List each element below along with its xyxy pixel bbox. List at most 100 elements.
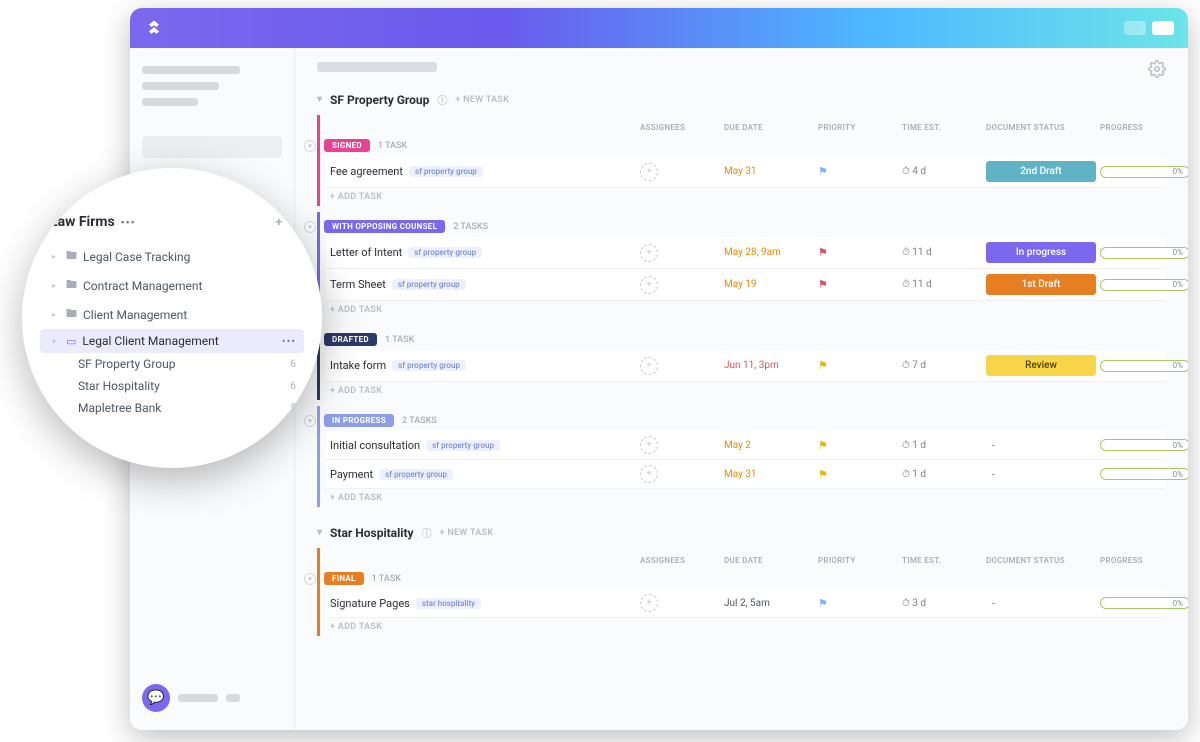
task-due-date[interactable]: Jun 11, 3pm	[724, 360, 814, 371]
task-time-estimate[interactable]: ⏱ 1 d	[902, 469, 982, 480]
add-task-button[interactable]: + ADD TASK	[326, 301, 1166, 319]
status-pill[interactable]: IN PROGRESS	[324, 414, 394, 427]
task-row[interactable]: Intake formsf property group + Jun 11, 3…	[326, 350, 1166, 382]
task-due-date[interactable]: May 31	[724, 166, 814, 177]
status-collapse-icon[interactable]: ▾	[304, 140, 316, 152]
status-pill[interactable]: SIGNED	[324, 139, 370, 152]
status-collapse-icon[interactable]: ▾	[304, 573, 316, 585]
assignee-add-icon[interactable]: +	[640, 436, 658, 454]
sidebar-sub-item[interactable]: Star Hospitality6	[40, 375, 304, 397]
doc-status-badge[interactable]: 2nd Draft	[986, 161, 1096, 182]
priority-flag-icon[interactable]: ⚑	[818, 246, 898, 259]
window-maximize-button[interactable]	[1152, 21, 1174, 35]
progress-bar[interactable]: 0%	[1100, 279, 1188, 291]
add-task-button[interactable]: + ADD TASK	[326, 188, 1166, 206]
task-time-estimate[interactable]: ⏱ 11 d	[902, 279, 982, 290]
task-row[interactable]: Fee agreementsf property group + May 31 …	[326, 156, 1166, 188]
task-tag[interactable]: sf property group	[409, 166, 483, 177]
task-tag[interactable]: sf property group	[426, 440, 500, 451]
assignee-add-icon[interactable]: +	[640, 276, 658, 294]
app-logo-icon	[144, 18, 164, 38]
doc-status-badge[interactable]: Review	[986, 355, 1096, 376]
priority-flag-icon[interactable]: ⚑	[818, 468, 898, 481]
col-assignees: ASSIGNEES	[640, 556, 720, 565]
progress-bar[interactable]: 0%	[1100, 247, 1188, 259]
task-time-estimate[interactable]: ⏱ 7 d	[902, 360, 982, 371]
task-tag[interactable]: sf property group	[392, 279, 466, 290]
sidebar-item[interactable]: ▸🖿Contract Management	[40, 271, 304, 300]
status-pill[interactable]: FINAL	[324, 572, 364, 585]
sub-item-label: SF Property Group	[78, 357, 175, 371]
sidebar-item[interactable]: ▸🖿Client Management	[40, 300, 304, 329]
task-row[interactable]: Initial consultationsf property group + …	[326, 431, 1166, 460]
progress-bar[interactable]: 0%	[1100, 439, 1188, 451]
status-section: ASSIGNEESDUE DATEPRIORITYTIME EST.DOCUME…	[317, 115, 1166, 206]
doc-status-badge[interactable]: 1st Draft	[986, 274, 1096, 295]
task-time-estimate[interactable]: ⏱ 11 d	[902, 247, 982, 258]
assignee-add-icon[interactable]: +	[640, 594, 658, 612]
col-priority: PRIORITY	[818, 123, 898, 132]
progress-bar[interactable]: 0%	[1100, 166, 1188, 178]
task-tag[interactable]: sf property group	[379, 469, 453, 480]
status-collapse-icon[interactable]: ▾	[304, 221, 316, 233]
priority-flag-icon[interactable]: ⚑	[818, 278, 898, 291]
status-collapse-icon[interactable]: ▾	[304, 415, 316, 427]
priority-flag-icon[interactable]: ⚑	[818, 165, 898, 178]
add-list-icon[interactable]: +	[275, 215, 282, 230]
status-pill[interactable]: WITH OPPOSING COUNSEL	[324, 220, 445, 233]
assignee-add-icon[interactable]: +	[640, 244, 658, 262]
status-section: ▾WITH OPPOSING COUNSEL2 TASKSLetter of I…	[317, 212, 1166, 319]
progress-bar[interactable]: 0%	[1100, 468, 1188, 480]
settings-icon[interactable]	[1148, 60, 1166, 82]
assignee-add-icon[interactable]: +	[640, 163, 658, 181]
task-due-date[interactable]: May 28, 9am	[724, 247, 814, 258]
task-tag[interactable]: sf property group	[392, 360, 466, 371]
task-tag[interactable]: sf property group	[408, 247, 482, 258]
task-row[interactable]: Payment sf property group + May 31 ⚑ ⏱ 1 …	[326, 460, 1166, 489]
task-row[interactable]: Signature Pagesstar hospitality + Jul 2,…	[326, 589, 1166, 618]
space-more-icon[interactable]: •••	[121, 216, 136, 229]
task-title: Payment	[330, 468, 373, 481]
info-icon[interactable]: ⓘ	[437, 92, 447, 107]
col-due-date: DUE DATE	[724, 556, 814, 565]
chevron-right-icon: ▸	[52, 281, 60, 290]
new-task-button[interactable]: + NEW TASK	[440, 528, 494, 538]
priority-flag-icon[interactable]: ⚑	[818, 359, 898, 372]
window-minimize-button[interactable]	[1124, 21, 1146, 35]
sidebar-item[interactable]: ▾▭Legal Client Management•••	[40, 329, 304, 353]
new-task-button[interactable]: + NEW TASK	[455, 95, 509, 105]
sidebar-item[interactable]: ▸🖿Legal Case Tracking	[40, 242, 304, 271]
task-time-estimate[interactable]: ⏱ 4 d	[902, 166, 982, 177]
group-collapse-icon[interactable]: ▾	[317, 94, 322, 105]
task-time-estimate[interactable]: ⏱ 3 d	[902, 598, 982, 609]
add-task-button[interactable]: + ADD TASK	[326, 489, 1166, 507]
task-row[interactable]: Letter of Intentsf property group + May …	[326, 237, 1166, 269]
doc-status-badge[interactable]: In progress	[986, 242, 1096, 263]
group-collapse-icon[interactable]: ▾	[317, 527, 322, 538]
add-task-button[interactable]: + ADD TASK	[326, 382, 1166, 400]
chat-fab-icon[interactable]: 💬	[142, 684, 170, 712]
task-due-date[interactable]: May 19	[724, 279, 814, 290]
sidebar-sub-item[interactable]: Mapletree Bank5	[40, 397, 304, 419]
content: ▾SF Property Groupⓘ+ NEW TASKASSIGNEESDU…	[295, 48, 1188, 730]
task-due-date[interactable]: Jul 2, 5am	[724, 598, 814, 609]
priority-flag-icon[interactable]: ⚑	[818, 439, 898, 452]
sidebar-search-placeholder[interactable]	[142, 136, 282, 158]
task-due-date[interactable]: May 31	[724, 469, 814, 480]
sidebar-sub-item[interactable]: SF Property Group6	[40, 353, 304, 375]
task-row[interactable]: Term Sheetsf property group + May 19 ⚑ ⏱…	[326, 269, 1166, 301]
assignee-add-icon[interactable]: +	[640, 465, 658, 483]
progress-bar[interactable]: 0%	[1100, 597, 1188, 609]
task-time-estimate[interactable]: ⏱ 1 d	[902, 440, 982, 451]
task-due-date[interactable]: May 2	[724, 440, 814, 451]
priority-flag-icon[interactable]: ⚑	[818, 597, 898, 610]
col-priority: PRIORITY	[818, 556, 898, 565]
progress-bar[interactable]: 0%	[1100, 360, 1188, 372]
info-icon[interactable]: ⓘ	[422, 525, 432, 540]
status-pill[interactable]: DRAFTED	[324, 333, 377, 346]
group-title: SF Property Group	[330, 93, 429, 107]
task-tag[interactable]: star hospitality	[416, 598, 481, 609]
add-task-button[interactable]: + ADD TASK	[326, 618, 1166, 636]
item-more-icon[interactable]: •••	[282, 335, 296, 348]
assignee-add-icon[interactable]: +	[640, 357, 658, 375]
